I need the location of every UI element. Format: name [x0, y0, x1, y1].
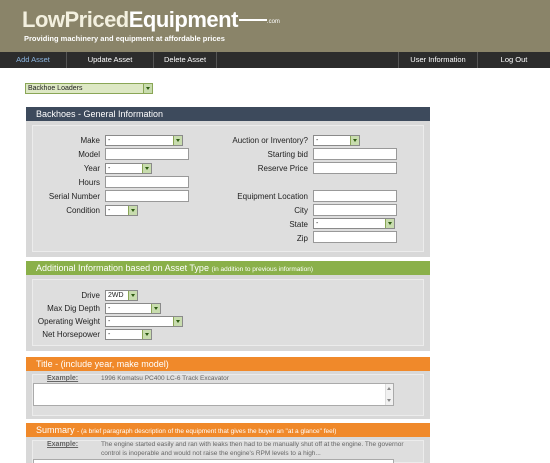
net-horsepower-select[interactable]: -: [105, 329, 152, 340]
condition-label: Condition: [66, 206, 100, 215]
asset-category-select[interactable]: Backhoe Loaders: [25, 83, 153, 94]
nav-separator: [216, 52, 217, 68]
chevron-down-icon: [151, 304, 160, 313]
tagline: Providing machinery and equipment at aff…: [24, 34, 225, 43]
scroll-down-icon[interactable]: [387, 399, 391, 402]
reserve-price-field[interactable]: [313, 162, 397, 174]
max-dig-depth-select[interactable]: -: [105, 303, 161, 314]
drive-label: Drive: [81, 291, 100, 300]
auction-inventory-value: -: [316, 137, 319, 144]
logo-com-text: .com: [266, 19, 280, 25]
condition-value: -: [108, 207, 111, 214]
general-info-title: Backhoes - General Information: [36, 109, 164, 119]
chevron-down-icon: [128, 206, 137, 215]
zip-label: Zip: [296, 234, 308, 243]
reserve-price-label: Reserve Price: [257, 164, 308, 173]
nav-update-asset[interactable]: Update Asset: [67, 52, 153, 68]
serial-number-field[interactable]: [105, 190, 189, 202]
model-field[interactable]: [105, 148, 189, 160]
additional-info-panel: [26, 275, 430, 351]
site-logo[interactable]: LowPricedEquipment .com: [22, 7, 280, 37]
nav-add-asset[interactable]: Add Asset: [0, 52, 66, 68]
logo-low-text: LowPriced: [22, 7, 129, 32]
logo-underline: [238, 19, 267, 21]
net-horsepower-value: -: [108, 331, 111, 338]
make-value: -: [108, 137, 111, 144]
summary-example-label: Example:: [47, 441, 79, 448]
state-value: -: [316, 220, 319, 227]
drive-select[interactable]: 2WD: [105, 290, 138, 301]
nav-user-information[interactable]: User Information: [399, 52, 477, 68]
nav-delete-asset[interactable]: Delete Asset: [154, 52, 216, 68]
make-label: Make: [80, 136, 100, 145]
chevron-down-icon: [350, 136, 359, 145]
nav-log-out[interactable]: Log Out: [478, 52, 550, 68]
operating-weight-value: -: [108, 318, 111, 325]
title-textarea-scrollbar[interactable]: [385, 384, 393, 405]
chevron-down-icon: [142, 164, 151, 173]
additional-info-header: Additional Information based on Asset Ty…: [26, 261, 430, 275]
starting-bid-label: Starting bid: [267, 150, 308, 159]
max-dig-depth-value: -: [108, 305, 111, 312]
title-section-title: Title - (include year, make model): [36, 359, 169, 369]
summary-textarea[interactable]: [33, 459, 394, 463]
auction-inventory-select[interactable]: -: [313, 135, 360, 146]
chevron-down-icon: [143, 84, 152, 93]
equipment-location-label: Equipment Location: [237, 192, 308, 201]
title-example-label: Example:: [47, 375, 79, 382]
auction-inventory-label: Auction or Inventory?: [232, 136, 308, 145]
condition-select[interactable]: -: [105, 205, 138, 216]
state-select[interactable]: -: [313, 218, 395, 229]
year-select[interactable]: -: [105, 163, 152, 174]
zip-field[interactable]: [313, 231, 397, 243]
summary-section-note: - (a brief paragraph description of the …: [77, 428, 337, 435]
title-section-header: Title - (include year, make model): [26, 357, 430, 371]
additional-info-title: Additional Information based on Asset Ty…: [36, 263, 209, 273]
starting-bid-field[interactable]: [313, 148, 397, 160]
max-dig-depth-label: Max Dig Depth: [47, 304, 100, 313]
chevron-down-icon: [142, 330, 151, 339]
summary-example-text: The engine started easily and ran with l…: [101, 441, 404, 457]
operating-weight-select[interactable]: -: [105, 316, 183, 327]
net-horsepower-label: Net Horsepower: [42, 330, 100, 339]
summary-section-header: Summary - (a brief paragraph description…: [26, 423, 430, 437]
city-field[interactable]: [313, 204, 397, 216]
operating-weight-label: Operating Weight: [37, 317, 100, 326]
general-info-header: Backhoes - General Information: [26, 107, 430, 121]
equipment-location-field[interactable]: [313, 190, 397, 202]
title-example-text: 1996 Komatsu PC400 LC-6 Track Excavator: [101, 375, 229, 382]
title-textarea[interactable]: [33, 383, 394, 406]
asset-category-value: Backhoe Loaders: [28, 85, 83, 92]
chevron-down-icon: [128, 291, 137, 300]
site-header: LowPricedEquipment .com Providing machine…: [0, 0, 550, 52]
make-select[interactable]: -: [105, 135, 183, 146]
serial-number-label: Serial Number: [48, 192, 100, 201]
drive-value: 2WD: [108, 292, 124, 299]
scroll-up-icon[interactable]: [387, 387, 391, 390]
state-label: State: [289, 220, 308, 229]
hours-field[interactable]: [105, 176, 189, 188]
logo-equipment-text: Equipment: [128, 7, 239, 32]
chevron-down-icon: [173, 317, 182, 326]
city-label: City: [294, 206, 308, 215]
year-label: Year: [83, 164, 100, 173]
summary-section-title: Summary: [36, 425, 75, 435]
chevron-down-icon: [173, 136, 182, 145]
model-label: Model: [78, 150, 100, 159]
year-value: -: [108, 165, 111, 172]
additional-info-note: (in addition to previous information): [211, 266, 313, 273]
hours-label: Hours: [78, 178, 100, 187]
chevron-down-icon: [385, 219, 394, 228]
main-nav: Add Asset Update Asset Delete Asset User…: [0, 52, 550, 68]
